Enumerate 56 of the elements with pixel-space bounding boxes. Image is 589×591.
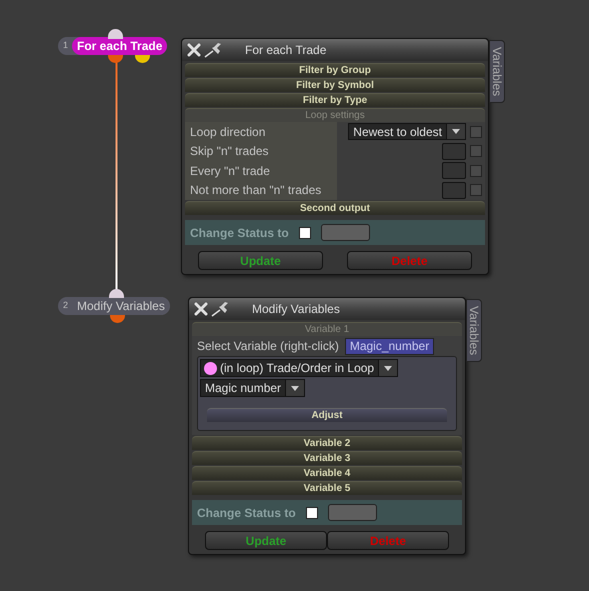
output-port[interactable] bbox=[110, 315, 125, 323]
dropdown-button[interactable] bbox=[285, 380, 304, 396]
section-header[interactable]: Variable 2 bbox=[192, 436, 462, 450]
property-select[interactable]: Magic number bbox=[200, 379, 306, 397]
status-checkbox[interactable] bbox=[306, 506, 318, 518]
section-header[interactable]: Variable 5 bbox=[192, 481, 462, 495]
node-label: For each Trade bbox=[72, 37, 168, 55]
source-select[interactable]: (in loop) Trade/Order in Loop bbox=[200, 359, 398, 377]
panel-title: For each Trade bbox=[245, 42, 326, 59]
panel-title: Modify Variables bbox=[252, 301, 340, 318]
loop-direction-select[interactable]: Newest to oldest bbox=[348, 123, 466, 140]
flow-node[interactable]: 2 Modify Variables bbox=[58, 297, 170, 315]
adjust-button[interactable]: Adjust bbox=[207, 408, 447, 422]
number-field[interactable] bbox=[442, 142, 466, 160]
select-value: Newest to oldest bbox=[352, 124, 443, 140]
select-value: (in loop) Trade/Order in Loop bbox=[220, 360, 376, 376]
status-label: Change Status to bbox=[197, 504, 296, 522]
caret-icon bbox=[452, 129, 460, 134]
status-checkbox[interactable] bbox=[298, 226, 311, 238]
dropdown-button[interactable] bbox=[446, 124, 465, 140]
output-port[interactable] bbox=[135, 55, 150, 63]
number-field[interactable] bbox=[442, 162, 466, 180]
section-header[interactable]: Variable 4 bbox=[192, 466, 462, 480]
status-label: Change Status to bbox=[190, 224, 289, 242]
status-field[interactable] bbox=[328, 504, 377, 521]
checkbox[interactable] bbox=[470, 126, 482, 138]
setting-label: Not more than "n" trades bbox=[185, 180, 337, 200]
section-header[interactable]: Filter by Symbol bbox=[185, 78, 485, 92]
flow-node[interactable]: 1 For each Trade bbox=[58, 37, 168, 55]
input-port[interactable] bbox=[109, 289, 124, 298]
section-header[interactable]: Second output bbox=[185, 201, 485, 215]
setting-label: Skip "n" trades bbox=[185, 142, 337, 161]
side-tab[interactable]: Variables bbox=[466, 299, 482, 362]
node-number: 1 bbox=[63, 39, 68, 52]
select-variable-label: Select Variable (right-click) bbox=[197, 338, 339, 355]
number-field[interactable] bbox=[442, 182, 466, 199]
caret-icon bbox=[384, 366, 392, 370]
section-header[interactable]: Filter by Type bbox=[185, 93, 485, 107]
checkbox[interactable] bbox=[470, 164, 482, 177]
dropdown-button[interactable] bbox=[378, 360, 398, 376]
section-header[interactable]: Variable 3 bbox=[192, 451, 462, 465]
checkbox[interactable] bbox=[470, 184, 482, 196]
node-number: 2 bbox=[63, 299, 68, 312]
section-header[interactable]: Filter by Group bbox=[185, 63, 485, 77]
setting-label: Loop direction bbox=[185, 122, 337, 142]
close-icon[interactable] bbox=[194, 302, 208, 316]
side-tab[interactable]: Variables bbox=[489, 40, 505, 103]
caret-icon bbox=[291, 386, 300, 390]
setting-label: Every "n" trade bbox=[185, 161, 337, 180]
variable-chip[interactable]: Magic_number bbox=[344, 338, 434, 354]
select-value: Magic number bbox=[204, 380, 282, 396]
output-port[interactable] bbox=[108, 55, 123, 63]
input-port[interactable] bbox=[108, 29, 123, 39]
checkbox[interactable] bbox=[470, 145, 482, 158]
status-field[interactable] bbox=[320, 224, 370, 241]
close-icon[interactable] bbox=[187, 43, 201, 57]
